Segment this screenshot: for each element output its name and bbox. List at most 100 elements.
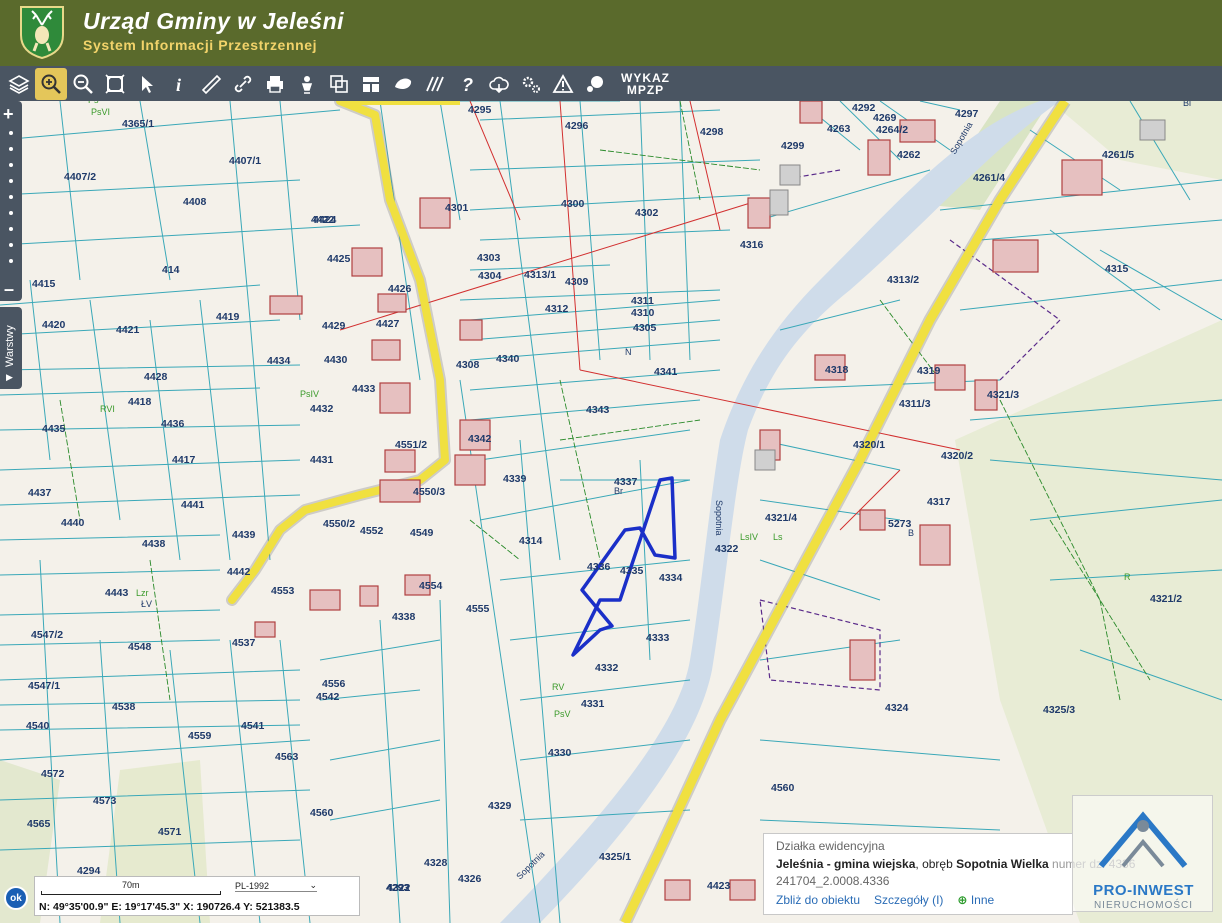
zoom-level-dot[interactable] bbox=[9, 259, 13, 263]
parcel-label: 4439 bbox=[232, 529, 256, 541]
app-subtitle: System Informacji Przestrzennej bbox=[83, 37, 318, 53]
parcel-label: 4571 bbox=[158, 826, 182, 838]
zoom-in-button[interactable]: + bbox=[3, 104, 14, 125]
coordinate-panel: 70m PL-1992 ⌄ N: 49°35'00.9" E: 19°17'45.… bbox=[34, 876, 360, 916]
ok-button[interactable]: ok bbox=[4, 886, 28, 910]
parcel-label: 4547/2 bbox=[31, 629, 63, 641]
parcel-label: 4555 bbox=[466, 603, 490, 615]
parcel-label: 4419 bbox=[216, 311, 240, 323]
cloud-icon[interactable] bbox=[483, 68, 515, 100]
zoom-level-dot[interactable] bbox=[9, 195, 13, 199]
parcel-label: 4434 bbox=[267, 355, 291, 367]
landclass-label: Ps bbox=[88, 101, 99, 105]
parcel-label: 4312 bbox=[545, 303, 569, 315]
draw-icon[interactable] bbox=[387, 68, 419, 100]
watermark-name: PRO-INWEST bbox=[1093, 882, 1194, 899]
landclass-label: Br bbox=[614, 486, 623, 496]
parcel-label: 4435 bbox=[42, 423, 66, 435]
zoom-bar: + – bbox=[0, 101, 22, 301]
parcel-label: 4417 bbox=[172, 454, 196, 466]
parcel-label: 4313/2 bbox=[887, 274, 919, 286]
link-icon[interactable] bbox=[227, 68, 259, 100]
measure-icon[interactable] bbox=[195, 68, 227, 100]
parcel-label: 4341 bbox=[654, 366, 678, 378]
zoom-level-dot[interactable] bbox=[9, 131, 13, 135]
svg-text:i: i bbox=[176, 75, 181, 95]
parcel-label: 4432 bbox=[310, 403, 334, 415]
parcel-label: 4541 bbox=[241, 720, 265, 732]
warning-icon[interactable] bbox=[547, 68, 579, 100]
landclass-label: PsV bbox=[554, 709, 571, 719]
zoom-level-dot[interactable] bbox=[9, 163, 13, 167]
pro-inwest-watermark: PRO-INWEST NIERUCHOMOŚCI bbox=[1072, 795, 1213, 912]
copy-icon[interactable] bbox=[323, 68, 355, 100]
parcel-label: 4438 bbox=[142, 538, 166, 550]
cadastral-map[interactable]: 4365/14407/14407/24408442241444154420 442… bbox=[0, 101, 1222, 923]
parcel-label: 4316 bbox=[740, 239, 764, 251]
parcel-label: 4437 bbox=[28, 487, 52, 499]
parcel-label: 4556 bbox=[322, 678, 346, 690]
zoom-level-dot[interactable] bbox=[9, 211, 13, 215]
details-link[interactable]: Szczegóły (I) bbox=[874, 893, 943, 907]
parcel-label: 4424 bbox=[313, 214, 337, 226]
parcel-label: 4548 bbox=[128, 641, 152, 653]
parcel-label: 4407/1 bbox=[229, 155, 261, 167]
parcel-label: 4298 bbox=[700, 126, 724, 138]
landclass-label: Lzr bbox=[136, 588, 149, 598]
parcel-label: 4322 bbox=[387, 882, 411, 894]
mpzp-list-button[interactable]: WYKAZ MPZP bbox=[621, 72, 670, 96]
other-link[interactable]: ⊕ Inne bbox=[957, 893, 994, 907]
crs-select[interactable]: PL-1992 ⌄ bbox=[235, 880, 317, 892]
house-logo-icon bbox=[1098, 811, 1188, 868]
parcel-label: 4321/4 bbox=[765, 512, 797, 524]
zoom-level-dot[interactable] bbox=[9, 243, 13, 247]
scale-bar bbox=[41, 891, 221, 895]
parcel-label: 4303 bbox=[477, 252, 501, 264]
parcel-label: 4433 bbox=[352, 383, 376, 395]
parcel-label: 4339 bbox=[503, 473, 527, 485]
parcel-label: 4421 bbox=[116, 324, 140, 336]
zoom-level-dot[interactable] bbox=[9, 227, 13, 231]
hatch-icon[interactable] bbox=[419, 68, 451, 100]
layers-icon[interactable] bbox=[3, 68, 35, 100]
watermark-sub: NIERUCHOMOŚCI bbox=[1093, 900, 1194, 911]
parcel-label: 4334 bbox=[659, 572, 683, 584]
settings-icon[interactable] bbox=[515, 68, 547, 100]
landclass-label: RVI bbox=[100, 404, 115, 414]
zoom-to-object-link[interactable]: Zbliż do obiektu bbox=[776, 893, 860, 907]
zoom-level-dot[interactable] bbox=[9, 147, 13, 151]
main-toolbar: i ? WYKAZ MPZP bbox=[0, 66, 1222, 101]
layers-tab[interactable]: Warstwy ▶ bbox=[0, 307, 22, 389]
popup-actions: Zbliż do obiektu Szczegóły (I) ⊕ Inne bbox=[776, 893, 1060, 907]
layout-icon[interactable] bbox=[355, 68, 387, 100]
parcel-label: 4415 bbox=[32, 278, 56, 290]
parcel-label: 4297 bbox=[955, 108, 979, 120]
info-icon[interactable]: i bbox=[163, 68, 195, 100]
zoom-out-button[interactable]: – bbox=[4, 279, 14, 300]
comment-icon[interactable] bbox=[579, 68, 611, 100]
parcel-label: 4333 bbox=[646, 632, 670, 644]
landclass-label: R bbox=[1124, 572, 1131, 582]
parcel-label: 4321/2 bbox=[1150, 593, 1182, 605]
map-canvas[interactable]: 4365/1 4407/1 4407/2 4408 4422 414 4415 4420 442… bbox=[0, 101, 1222, 923]
parcel-label: 4335 bbox=[620, 565, 644, 577]
help-icon[interactable]: ? bbox=[451, 68, 483, 100]
parcel-label: 4428 bbox=[144, 371, 168, 383]
parcel-label: 4554 bbox=[419, 580, 443, 592]
parcel-label: 4408 bbox=[183, 196, 207, 208]
zoom-in-icon[interactable] bbox=[35, 67, 67, 100]
landclass-label: Ls bbox=[773, 532, 783, 542]
parcel-label: 4313/1 bbox=[524, 269, 556, 281]
landclass-label: RV bbox=[552, 682, 564, 692]
person-icon[interactable] bbox=[291, 68, 323, 100]
zoom-level-dot[interactable] bbox=[9, 179, 13, 183]
parcel-label: 4331 bbox=[581, 698, 605, 710]
print-icon[interactable] bbox=[259, 68, 291, 100]
zoom-extent-icon[interactable] bbox=[99, 68, 131, 100]
parcel-label: 4441 bbox=[181, 499, 205, 511]
parcel-label: 414 bbox=[162, 264, 180, 276]
pointer-icon[interactable] bbox=[131, 68, 163, 100]
zoom-out-icon[interactable] bbox=[67, 68, 99, 100]
parcel-label: 4418 bbox=[128, 396, 152, 408]
parcel-label: 4429 bbox=[322, 320, 346, 332]
